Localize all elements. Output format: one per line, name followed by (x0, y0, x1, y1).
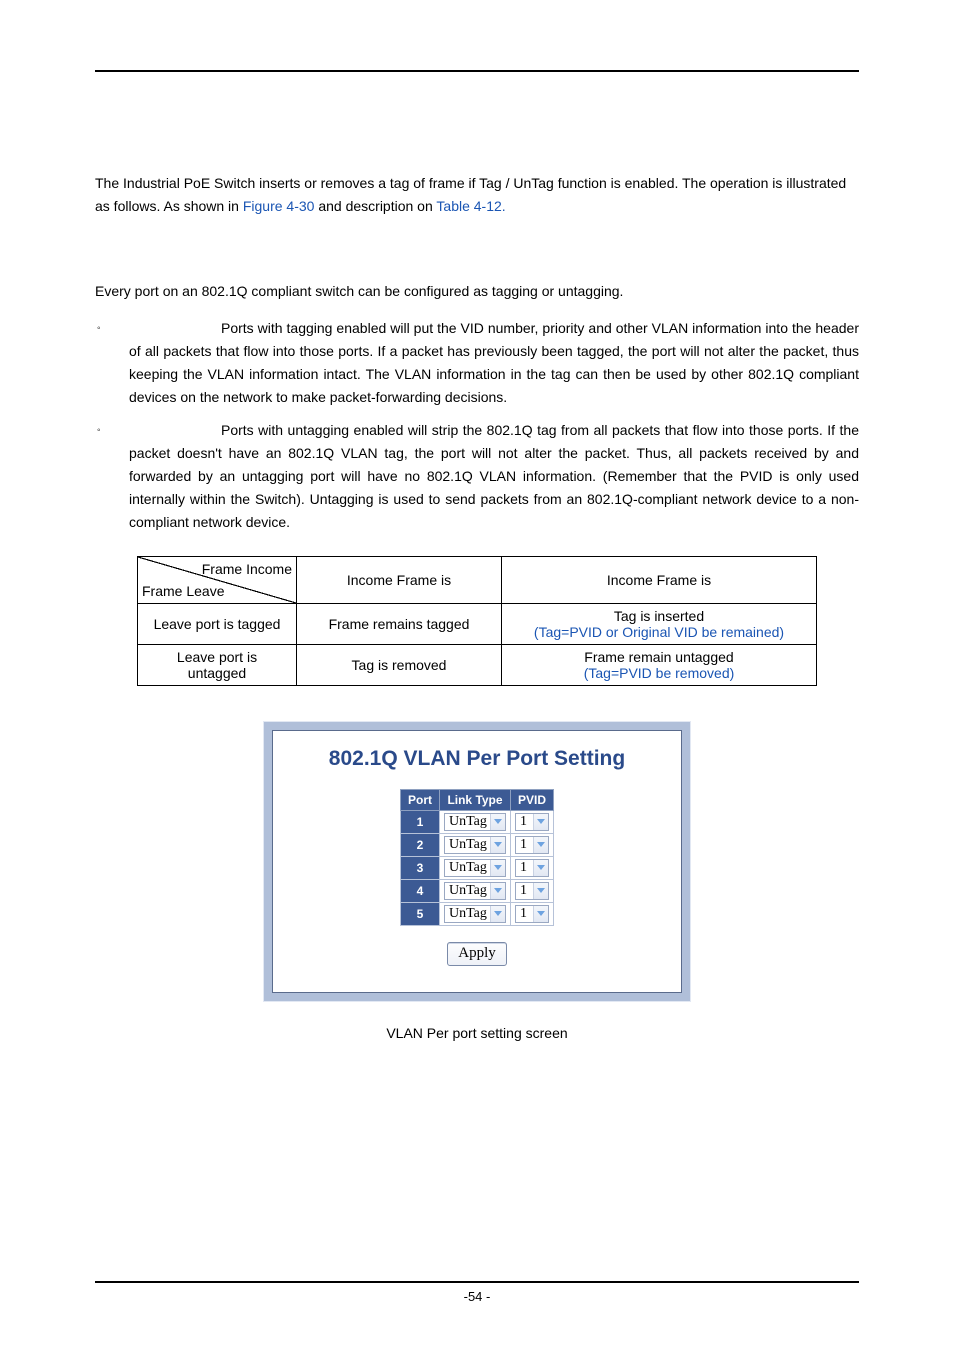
chevron-down-icon (533, 883, 548, 899)
diag-bottom-label: Frame Leave (142, 583, 224, 599)
pvid-select[interactable]: 1 (515, 905, 549, 923)
vlan-per-port-panel: 802.1Q VLAN Per Port Setting Port Link T… (272, 730, 682, 993)
link-type-value: UnTag (449, 907, 487, 921)
leave-cell: Leave port is tagged (138, 604, 297, 645)
pvid-value: 1 (520, 861, 527, 875)
chevron-down-icon (533, 837, 548, 853)
link-type-value: UnTag (449, 838, 487, 852)
table-row: 3 UnTag 1 (401, 857, 554, 880)
port-number: 3 (401, 857, 440, 880)
table-row: Leave port is tagged Frame remains tagge… (138, 604, 817, 645)
link-type-select[interactable]: UnTag (444, 813, 506, 831)
table-row: Leave port is untagged Tag is removed Fr… (138, 645, 817, 686)
chevron-down-icon (533, 814, 548, 830)
pvid-value: 1 (520, 815, 527, 829)
table-link[interactable]: Table 4-12. (436, 198, 505, 214)
port-number: 5 (401, 903, 440, 926)
chevron-down-icon (490, 814, 505, 830)
col-c-line2: (Tag=PVID or Original VID be remained) (534, 624, 784, 640)
table-row: 5 UnTag 1 (401, 903, 554, 926)
frame-behaviour-table: Frame Income Frame Leave Income Frame is… (137, 556, 817, 686)
link-type-select[interactable]: UnTag (444, 859, 506, 877)
col-b-cell: Frame remains tagged (297, 604, 502, 645)
document-page: The Industrial PoE Switch inserts or rem… (0, 0, 954, 1350)
diag-top-label: Frame Income (202, 561, 292, 577)
col-c-line1: Frame remain untagged (584, 649, 733, 665)
table-row: 2 UnTag 1 (401, 834, 554, 857)
chevron-down-icon (490, 860, 505, 876)
figure-caption: VLAN Per port setting screen (95, 1025, 859, 1041)
col-c-header: Income Frame is (502, 557, 817, 604)
col-b-cell: Tag is removed (297, 645, 502, 686)
col-c-line1: Tag is inserted (614, 608, 704, 624)
col-b-header: Income Frame is (297, 557, 502, 604)
link-type-select[interactable]: UnTag (444, 836, 506, 854)
chevron-down-icon (533, 906, 548, 922)
link-type-select[interactable]: UnTag (444, 905, 506, 923)
pvid-select[interactable]: 1 (515, 859, 549, 877)
table-row: 1 UnTag 1 (401, 811, 554, 834)
pvid-select[interactable]: 1 (515, 882, 549, 900)
figure-link[interactable]: Figure 4-30 (243, 198, 315, 214)
table-row: 4 UnTag 1 (401, 880, 554, 903)
pvid-select[interactable]: 1 (515, 836, 549, 854)
th-port: Port (401, 790, 440, 811)
link-type-select[interactable]: UnTag (444, 882, 506, 900)
intro-text-2: and description on (314, 198, 436, 214)
lead-sentence: Every port on an 802.1Q compliant switch… (95, 280, 859, 303)
th-link-type: Link Type (440, 790, 511, 811)
bullet-text: Ports with untagging enabled will strip … (129, 422, 859, 530)
pvid-select[interactable]: 1 (515, 813, 549, 831)
bullet-text: Ports with tagging enabled will put the … (129, 320, 859, 405)
chevron-down-icon (490, 906, 505, 922)
spacer (95, 232, 859, 280)
col-c-line2: (Tag=PVID be removed) (584, 665, 735, 681)
header-rule (95, 70, 859, 72)
pvid-value: 1 (520, 838, 527, 852)
port-setting-table: Port Link Type PVID 1 UnTag 1 (400, 789, 554, 926)
diag-header-cell: Frame Income Frame Leave (138, 557, 297, 604)
port-number: 2 (401, 834, 440, 857)
pvid-value: 1 (520, 884, 527, 898)
link-type-value: UnTag (449, 861, 487, 875)
col-c-cell: Tag is inserted (Tag=PVID or Original VI… (502, 604, 817, 645)
chevron-down-icon (533, 860, 548, 876)
bullet-list: Ports with tagging enabled will put the … (95, 317, 859, 534)
chevron-down-icon (490, 837, 505, 853)
list-item: Ports with tagging enabled will put the … (95, 317, 859, 409)
link-type-value: UnTag (449, 884, 487, 898)
chevron-down-icon (490, 883, 505, 899)
footer-rule: -54 - (95, 1281, 859, 1304)
th-pvid: PVID (511, 790, 554, 811)
apply-button[interactable]: Apply (447, 942, 507, 966)
pvid-value: 1 (520, 907, 527, 921)
port-number: 4 (401, 880, 440, 903)
list-item: Ports with untagging enabled will strip … (95, 419, 859, 534)
leave-cell: Leave port is untagged (138, 645, 297, 686)
col-c-cell: Frame remain untagged (Tag=PVID be remov… (502, 645, 817, 686)
page-number: -54 - (464, 1289, 491, 1304)
link-type-value: UnTag (449, 815, 487, 829)
panel-title: 802.1Q VLAN Per Port Setting (303, 747, 651, 771)
intro-paragraph: The Industrial PoE Switch inserts or rem… (95, 172, 859, 218)
port-number: 1 (401, 811, 440, 834)
